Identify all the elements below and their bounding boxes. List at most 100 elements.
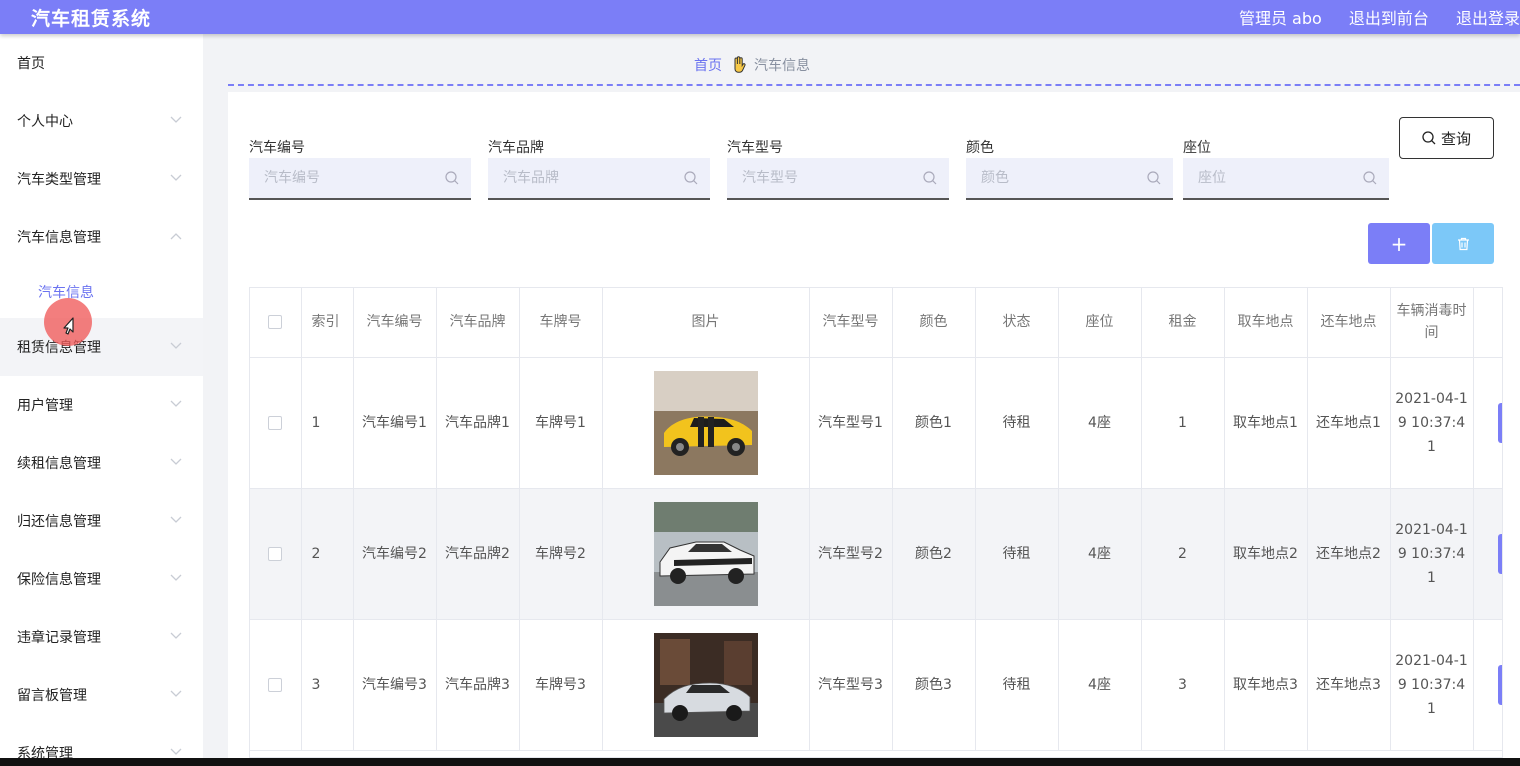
cell-brand: 汽车品牌1 bbox=[436, 357, 520, 489]
seats-field bbox=[1183, 158, 1389, 200]
search-icon bbox=[923, 171, 937, 185]
car-brand-label: 汽车品牌 bbox=[488, 140, 544, 156]
column-header: 颜色 bbox=[892, 288, 976, 358]
chevron-down-icon bbox=[170, 516, 182, 523]
query-button[interactable]: 查询 bbox=[1399, 117, 1494, 159]
chevron-down-icon bbox=[170, 342, 182, 349]
sidebar-item-return[interactable]: 归还信息管理 bbox=[0, 492, 203, 550]
search-icon bbox=[445, 171, 459, 185]
column-header: 车牌号 bbox=[519, 288, 603, 358]
sidebar-item-home[interactable]: 首页 bbox=[0, 34, 203, 92]
cell-pickup: 取车地点3 bbox=[1224, 619, 1308, 751]
row-checkbox-cell bbox=[250, 619, 302, 751]
sidebar-item-users[interactable]: 用户管理 bbox=[0, 376, 203, 434]
column-header: 状态 bbox=[975, 288, 1059, 358]
row-checkbox-cell bbox=[250, 488, 302, 620]
cell-model: 汽车型号2 bbox=[809, 488, 893, 620]
car-photo-silver-sedan[interactable] bbox=[653, 632, 758, 737]
table-row: 3 汽车编号3 汽车品牌3 车牌号3 汽车型号3 颜色3 待租 4座 3 取车地… bbox=[250, 619, 1502, 751]
logout-link[interactable]: 退出登录 bbox=[1456, 9, 1520, 28]
header-checkbox-cell bbox=[250, 288, 302, 358]
sidebar-item-label: 违章记录管理 bbox=[17, 630, 101, 646]
chevron-down-icon bbox=[170, 458, 182, 465]
car-code-field bbox=[249, 158, 471, 200]
trash-icon bbox=[1457, 237, 1469, 250]
add-button[interactable]: + bbox=[1368, 223, 1430, 264]
cell-pickup: 取车地点2 bbox=[1224, 488, 1308, 620]
car-model-input[interactable] bbox=[727, 158, 949, 198]
cell-return: 还车地点1 bbox=[1307, 357, 1391, 489]
row-checkbox[interactable] bbox=[268, 677, 283, 692]
chevron-down-icon bbox=[170, 748, 182, 755]
cell-actions bbox=[1473, 488, 1502, 620]
cell-photo bbox=[602, 619, 810, 751]
breadcrumb-current: 汽车信息 bbox=[754, 58, 810, 74]
row-action-button[interactable] bbox=[1497, 533, 1502, 574]
cell-index: 1 bbox=[301, 357, 354, 489]
sidebar-item-label: 系统管理 bbox=[17, 746, 73, 758]
search-icon bbox=[1422, 131, 1436, 145]
sidebar-item-label: 保险信息管理 bbox=[17, 572, 101, 588]
top-header: 汽车租赁系统 管理员 abo 退出到前台 退出登录 bbox=[0, 0, 1520, 34]
breadcrumb-home[interactable]: 首页 bbox=[694, 55, 722, 75]
row-action-button[interactable] bbox=[1497, 664, 1502, 705]
car-photo-yellow-sports-car[interactable] bbox=[653, 370, 758, 475]
sidebar-subitem-car-info[interactable]: 汽车信息 bbox=[0, 266, 203, 318]
delete-button[interactable] bbox=[1432, 223, 1494, 264]
cell-index: 3 bbox=[301, 619, 354, 751]
row-checkbox[interactable] bbox=[268, 415, 283, 430]
cell-return: 还车地点3 bbox=[1307, 619, 1391, 751]
color-field bbox=[966, 158, 1173, 200]
current-user: 管理员 abo bbox=[1238, 9, 1322, 28]
cell-photo bbox=[602, 357, 810, 489]
search-icon bbox=[1363, 171, 1377, 185]
sidebar-item-label: 个人中心 bbox=[17, 114, 73, 130]
cell-code: 汽车编号1 bbox=[353, 357, 437, 489]
column-header: 索引 bbox=[301, 288, 354, 358]
sidebar-item-messages[interactable]: 留言板管理 bbox=[0, 666, 203, 724]
cell-model: 汽车型号3 bbox=[809, 619, 893, 751]
content-panel: 汽车编号 汽车品牌 汽车型号 颜色 座位 查询 + bbox=[228, 92, 1520, 758]
sidebar-item-label: 续租信息管理 bbox=[17, 456, 101, 472]
chevron-down-icon bbox=[170, 174, 182, 181]
row-checkbox[interactable] bbox=[268, 546, 283, 561]
chevron-down-icon bbox=[170, 690, 182, 697]
cell-pickup: 取车地点1 bbox=[1224, 357, 1308, 489]
cell-actions bbox=[1473, 357, 1502, 489]
query-button-label: 查询 bbox=[1440, 129, 1471, 148]
breadcrumb: 首页 汽车信息 bbox=[694, 55, 810, 75]
cell-index: 2 bbox=[301, 488, 354, 620]
car-code-input[interactable] bbox=[249, 158, 471, 198]
seats-input[interactable] bbox=[1183, 158, 1389, 198]
car-brand-input[interactable] bbox=[488, 158, 710, 198]
sidebar-item-insurance[interactable]: 保险信息管理 bbox=[0, 550, 203, 608]
color-input[interactable] bbox=[966, 158, 1173, 198]
screen-bottom-edge bbox=[0, 758, 1520, 766]
sidebar-item-renewal[interactable]: 续租信息管理 bbox=[0, 434, 203, 492]
color-label: 颜色 bbox=[966, 140, 994, 156]
sidebar-item-car-type[interactable]: 汽车类型管理 bbox=[0, 150, 203, 208]
cell-photo bbox=[602, 488, 810, 620]
cell-rent: 2 bbox=[1141, 488, 1225, 620]
car-photo-white-coupe[interactable] bbox=[653, 501, 758, 606]
table-header-row: 索引 汽车编号 汽车品牌 车牌号 图片 汽车型号 颜色 状态 座位 租金 取车地… bbox=[250, 288, 1502, 358]
cell-status: 待租 bbox=[975, 357, 1059, 489]
sidebar-item-car-info[interactable]: 汽车信息管理 bbox=[0, 208, 203, 266]
column-header-actions bbox=[1473, 288, 1502, 358]
chevron-down-icon bbox=[170, 574, 182, 581]
column-header: 汽车品牌 bbox=[436, 288, 520, 358]
cell-status: 待租 bbox=[975, 619, 1059, 751]
back-to-front-link[interactable]: 退出到前台 bbox=[1349, 9, 1429, 28]
sidebar-item-violations[interactable]: 违章记录管理 bbox=[0, 608, 203, 666]
sidebar-item-system[interactable]: 系统管理 bbox=[0, 724, 203, 758]
sidebar-item-rental[interactable]: 租赁信息管理 bbox=[0, 318, 203, 376]
select-all-checkbox[interactable] bbox=[268, 315, 283, 330]
row-action-button[interactable] bbox=[1497, 402, 1502, 443]
sidebar-item-personal-center[interactable]: 个人中心 bbox=[0, 92, 203, 150]
column-header: 座位 bbox=[1058, 288, 1142, 358]
cell-brand: 汽车品牌2 bbox=[436, 488, 520, 620]
sidebar-item-label: 汽车信息 bbox=[38, 285, 94, 301]
column-header: 车辆消毒时间 bbox=[1390, 288, 1474, 358]
chevron-down-icon bbox=[170, 632, 182, 639]
cell-actions bbox=[1473, 619, 1502, 751]
